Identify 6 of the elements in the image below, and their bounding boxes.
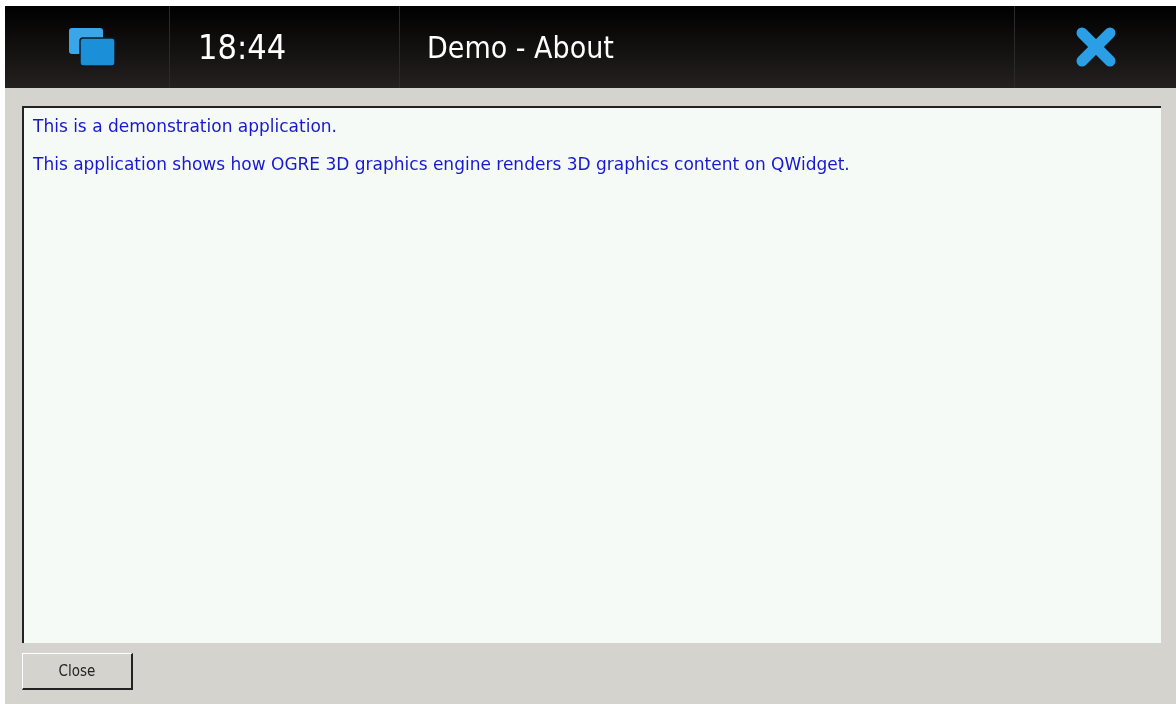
info-text: This application shows how OGRE 3D graphics engine renders 3D graphics content on QWidget. bbox=[33, 154, 851, 174]
clock-time: 18:44 bbox=[198, 27, 287, 67]
info-text: This is a demonstration application. bbox=[33, 116, 338, 136]
window-title: Demo - About bbox=[427, 29, 614, 65]
close-button[interactable]: Close bbox=[22, 653, 133, 690]
task-switcher-icon[interactable] bbox=[67, 26, 117, 68]
